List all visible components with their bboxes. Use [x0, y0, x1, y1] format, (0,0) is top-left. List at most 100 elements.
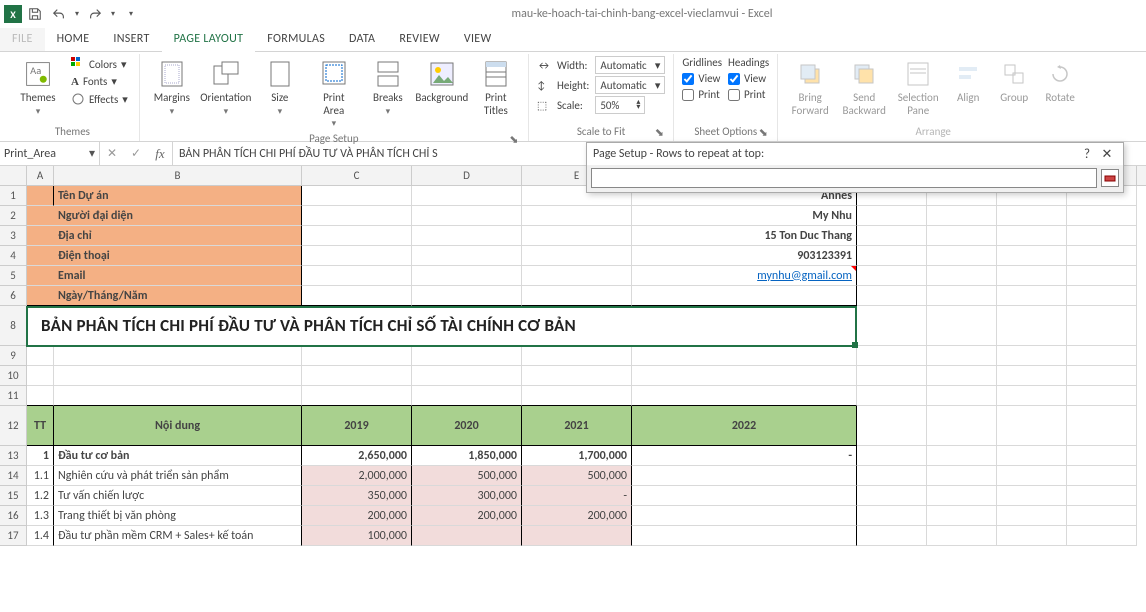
- cell[interactable]: [1067, 446, 1137, 466]
- cell[interactable]: 1.4: [27, 526, 54, 546]
- page-setup-dialog[interactable]: Page Setup - Rows to repeat at top: ? ✕: [586, 142, 1124, 193]
- cell[interactable]: [302, 266, 412, 286]
- cell[interactable]: [632, 366, 857, 386]
- table-header[interactable]: Nội dung: [54, 406, 302, 446]
- cell[interactable]: [302, 286, 412, 306]
- cell[interactable]: [1067, 286, 1137, 306]
- cell[interactable]: [1067, 366, 1137, 386]
- cell[interactable]: Địa chỉ: [54, 226, 302, 246]
- effects-button[interactable]: Effects▾: [68, 91, 131, 107]
- cell[interactable]: [997, 486, 1067, 506]
- cell[interactable]: -: [522, 486, 632, 506]
- row-header[interactable]: 5: [0, 266, 27, 286]
- cell[interactable]: [412, 346, 522, 366]
- gridlines-print-checkbox[interactable]: Print: [682, 88, 722, 101]
- cell[interactable]: [27, 226, 54, 246]
- cell[interactable]: [412, 246, 522, 266]
- cell[interactable]: [302, 186, 412, 206]
- table-header[interactable]: TT: [27, 406, 54, 446]
- cell[interactable]: [1067, 386, 1137, 406]
- cell[interactable]: [27, 246, 54, 266]
- cell[interactable]: [412, 526, 522, 546]
- cell[interactable]: [632, 346, 857, 366]
- tab-page-layout[interactable]: PAGE LAYOUT: [162, 28, 256, 52]
- cell[interactable]: [997, 206, 1067, 226]
- row-header[interactable]: 13: [0, 446, 27, 466]
- cell-email-link[interactable]: mynhu@gmail.com: [632, 266, 857, 286]
- cell[interactable]: [1067, 486, 1137, 506]
- cell[interactable]: Email: [54, 266, 302, 286]
- cell[interactable]: Tư vấn chiến lược: [54, 486, 302, 506]
- cell[interactable]: [1067, 226, 1137, 246]
- cell[interactable]: [27, 186, 54, 206]
- collapse-dialog-icon[interactable]: [1101, 169, 1119, 187]
- cell[interactable]: [997, 406, 1067, 446]
- cell[interactable]: [27, 366, 54, 386]
- cell[interactable]: 1.2: [27, 486, 54, 506]
- cell[interactable]: 200,000: [302, 506, 412, 526]
- cell[interactable]: 500,000: [522, 466, 632, 486]
- cell[interactable]: [857, 486, 927, 506]
- cell[interactable]: [522, 366, 632, 386]
- col-header[interactable]: B: [54, 166, 302, 185]
- cell[interactable]: [522, 526, 632, 546]
- cell[interactable]: [927, 206, 997, 226]
- cell[interactable]: [997, 466, 1067, 486]
- cell[interactable]: [997, 386, 1067, 406]
- cell[interactable]: [302, 346, 412, 366]
- cell[interactable]: [54, 346, 302, 366]
- cell[interactable]: 200,000: [412, 506, 522, 526]
- cell[interactable]: [927, 446, 997, 466]
- print-area-button[interactable]: Print Area▾: [310, 56, 358, 130]
- cell[interactable]: [302, 366, 412, 386]
- height-combo[interactable]: Automatic▾: [595, 76, 665, 94]
- cell[interactable]: [1067, 246, 1137, 266]
- cell[interactable]: [857, 226, 927, 246]
- dialog-title-bar[interactable]: Page Setup - Rows to repeat at top: ? ✕: [587, 143, 1123, 165]
- cell[interactable]: -: [632, 446, 857, 466]
- cell[interactable]: [927, 366, 997, 386]
- qat-customize-icon[interactable]: ▾: [120, 3, 142, 25]
- cell[interactable]: [27, 346, 54, 366]
- cell[interactable]: [997, 246, 1067, 266]
- cell[interactable]: 200,000: [522, 506, 632, 526]
- breaks-button[interactable]: Breaks▾: [364, 56, 412, 117]
- cell[interactable]: [857, 406, 927, 446]
- cell[interactable]: [997, 506, 1067, 526]
- cell[interactable]: [997, 446, 1067, 466]
- cell[interactable]: 1: [27, 446, 54, 466]
- tab-data[interactable]: DATA: [337, 28, 387, 51]
- gridlines-view-checkbox[interactable]: View: [682, 72, 722, 85]
- cell[interactable]: [997, 286, 1067, 306]
- cell[interactable]: 1,850,000: [412, 446, 522, 466]
- cell[interactable]: [997, 266, 1067, 286]
- cell[interactable]: [632, 386, 857, 406]
- col-header[interactable]: A: [27, 166, 54, 185]
- row-header[interactable]: 2: [0, 206, 27, 226]
- cell[interactable]: Đầu tư cơ bản: [54, 446, 302, 466]
- orientation-button[interactable]: Orientation▾: [202, 56, 250, 117]
- cell[interactable]: [522, 286, 632, 306]
- undo-icon[interactable]: [48, 3, 70, 25]
- cell[interactable]: [1067, 306, 1137, 346]
- cell[interactable]: [54, 386, 302, 406]
- cell[interactable]: [302, 206, 412, 226]
- cell[interactable]: [522, 246, 632, 266]
- cell[interactable]: Nghiên cứu và phát triển sản phẩm: [54, 466, 302, 486]
- row-header[interactable]: 4: [0, 246, 27, 266]
- cell[interactable]: [1067, 526, 1137, 546]
- cell[interactable]: 1.1: [27, 466, 54, 486]
- cell[interactable]: Điện thoại: [54, 246, 302, 266]
- cell[interactable]: 1.3: [27, 506, 54, 526]
- row-header[interactable]: 11: [0, 386, 27, 406]
- cell[interactable]: Ngày/Tháng/Năm: [54, 286, 302, 306]
- cell[interactable]: [412, 286, 522, 306]
- cell[interactable]: [632, 506, 857, 526]
- cell[interactable]: Người đại diện: [54, 206, 302, 226]
- row-header[interactable]: 12: [0, 406, 27, 446]
- row-header[interactable]: 3: [0, 226, 27, 246]
- scale-launcher-icon[interactable]: ⬊: [653, 126, 665, 138]
- cell[interactable]: [412, 386, 522, 406]
- cell[interactable]: [857, 506, 927, 526]
- cell[interactable]: [927, 266, 997, 286]
